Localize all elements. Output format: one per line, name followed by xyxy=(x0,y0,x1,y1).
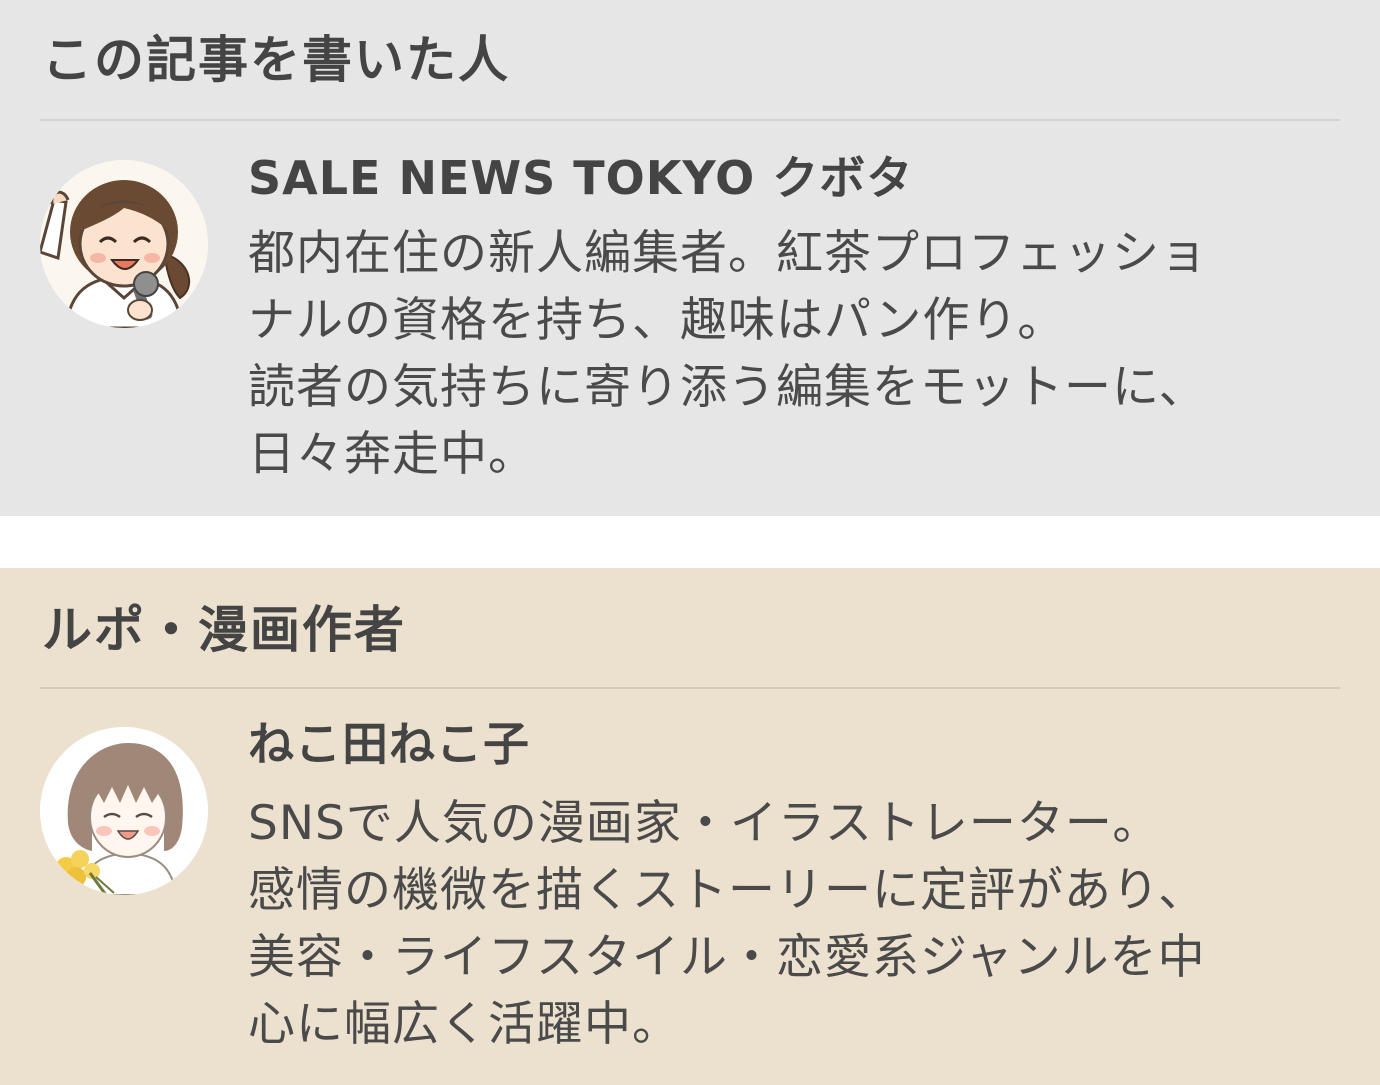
illustrator-card-heading: ルポ・漫画作者 xyxy=(42,601,406,659)
author-bio-line: 都内在住の新人編集者。紅茶プロフェッショ xyxy=(248,226,1208,281)
illustrator-card-divider xyxy=(40,687,1340,689)
author-card-heading: この記事を書いた人 xyxy=(42,31,510,89)
illustrator-avatar xyxy=(40,727,208,895)
illustrator-bio-line: 心に幅広く活躍中。 xyxy=(248,997,680,1052)
illustrator-card: ルポ・漫画作者 ねこ田ねこ子 SNSで人気の漫画家・イラストレーター。 感情の機… xyxy=(0,568,1380,1085)
illustrator-bio: SNSで人気の漫画家・イラストレーター。 感情の機微を描くストーリーに定評があり… xyxy=(248,790,1338,1058)
author-bio: 都内在住の新人編集者。紅茶プロフェッショ ナルの資格を持ち、趣味はパン作り。 読… xyxy=(248,220,1338,488)
author-bio-line: 読者の気持ちに寄り添う編集をモットーに、 xyxy=(248,360,1207,415)
author-avatar-illustration xyxy=(40,160,208,328)
author-bio-line: ナルの資格を持ち、趣味はパン作り。 xyxy=(248,293,1066,348)
author-card-divider xyxy=(40,119,1340,121)
author-bio-line: 日々奔走中。 xyxy=(248,427,536,482)
author-avatar xyxy=(40,160,208,328)
illustrator-name: ねこ田ねこ子 xyxy=(248,717,530,771)
illustrator-bio-line: SNSで人気の漫画家・イラストレーター。 xyxy=(248,796,1161,851)
author-name: SALE NEWS TOKYO クボタ xyxy=(248,151,914,205)
illustrator-avatar-illustration xyxy=(40,727,208,895)
author-card: この記事を書いた人 SALE NEWS TOKYO クボタ 都内在住の新人編集者… xyxy=(0,0,1380,516)
illustrator-bio-line: 感情の機微を描くストーリーに定評があり、 xyxy=(248,863,1207,918)
illustrator-bio-line: 美容・ライフスタイル・恋愛系ジャンルを中 xyxy=(248,930,1206,985)
